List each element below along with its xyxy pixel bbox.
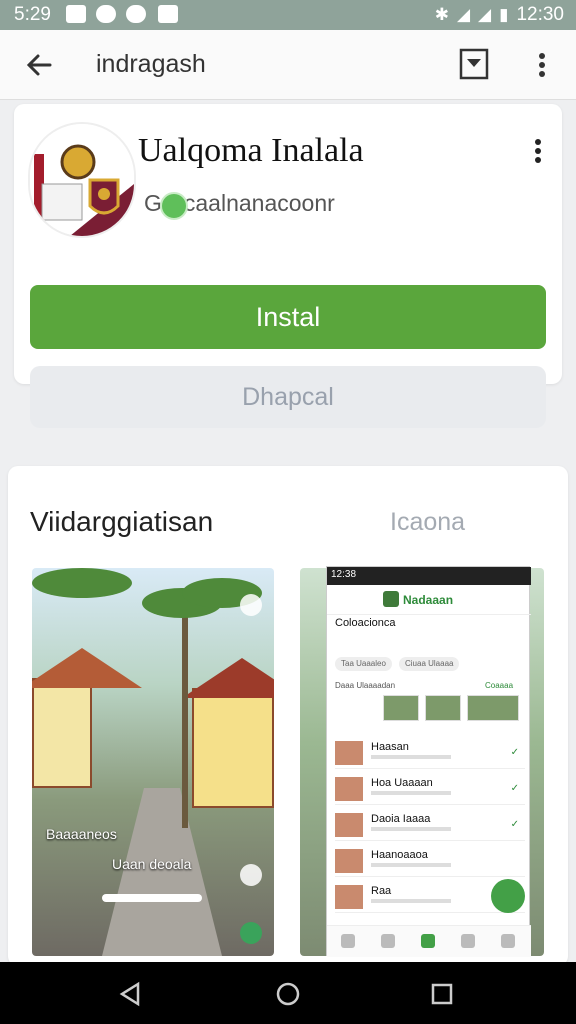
phone-list-row: Daoia Iaaaa ✓ (335, 809, 525, 841)
gallery-icon (66, 5, 86, 23)
status-time-left: 5:29 (14, 4, 51, 25)
roof-right (182, 658, 274, 698)
row-name: Haanoaaoa (371, 849, 428, 861)
phone-mockup: 12:38 Nadaaan Coloacionca Taa Uaaaleo Ci… (326, 566, 531, 957)
arrow-left-icon[interactable] (22, 48, 58, 82)
phone-header: Nadaaan (327, 585, 531, 615)
bookmark-icon[interactable] (458, 47, 490, 81)
status-right: ✱ ◢ ◢ ▮ 12:30 (435, 4, 564, 26)
row-sub (371, 827, 451, 831)
face-icon (96, 5, 116, 23)
developer-text: caalnanacoonr (183, 190, 335, 216)
row-sub (371, 863, 451, 867)
row-name: Haasan (371, 741, 409, 753)
row-name: Hoa Uaaaan (371, 777, 433, 789)
status-bar: 5:29 ✱ ◢ ◢ ▮ 12:30 (0, 0, 576, 30)
avatar (335, 741, 363, 765)
row-name: Raa (371, 885, 392, 897)
secondary-button[interactable]: Dhapcal (30, 366, 546, 428)
house-left (32, 678, 92, 788)
avatar (335, 777, 363, 801)
road (102, 788, 222, 956)
phone-list-row: Hoa Uaaaan ✓ (335, 773, 525, 805)
nav-explore-icon (381, 934, 395, 948)
phone-section-link: Coaaaa (485, 681, 514, 690)
check-icon: ✓ (510, 783, 519, 794)
phone-app-name: Coloacionca (335, 617, 396, 629)
nav-home-icon (341, 934, 355, 948)
app-icon[interactable] (30, 124, 134, 236)
more-vert-icon[interactable] (530, 48, 554, 82)
battery-icon: ▮ (499, 5, 509, 24)
row-sub (371, 755, 451, 759)
whatsapp-icon[interactable] (240, 922, 262, 944)
roof-left (32, 648, 142, 688)
house-right (192, 688, 274, 808)
back-triangle-icon[interactable] (116, 980, 144, 1008)
phone-list-row: Haasan ✓ (335, 737, 525, 769)
shot1-progress (102, 894, 202, 902)
check-icon: ✓ (510, 747, 519, 758)
palm-leaf (32, 568, 132, 598)
share-icon[interactable] (240, 594, 262, 616)
record-icon (126, 5, 146, 23)
shot1-caption-mid: Uaan deoala (112, 856, 192, 872)
row-sub (371, 899, 451, 903)
home-circle-icon[interactable] (274, 980, 302, 1008)
palm-trunk (182, 598, 188, 828)
nav-share-icon (461, 934, 475, 948)
phone-status-time: 12:38 (331, 569, 357, 580)
phone-thumb (383, 695, 419, 721)
system-nav-bar (0, 962, 576, 1024)
avatar (335, 849, 363, 873)
bluetooth-icon: ✱ (434, 5, 449, 24)
phone-chip: Ciuaa Ulaaaa (399, 657, 460, 671)
play-fab-icon (491, 879, 525, 913)
like-icon[interactable] (240, 864, 262, 886)
install-button[interactable]: Instal (30, 285, 546, 349)
phone-nav (327, 925, 531, 957)
avatar (335, 813, 363, 837)
phone-app-icon (383, 591, 399, 607)
phone-chip: Taa Uaaaleo (335, 657, 392, 671)
row-name: Daoia Iaaaa (371, 813, 431, 825)
signal-icon: ◢ (456, 5, 471, 24)
check-icon: ✓ (510, 819, 519, 830)
phone-thumb (467, 695, 519, 721)
screenshot-1[interactable]: Baaaaneos Uaan deoala (32, 568, 274, 956)
message-icon (158, 5, 178, 23)
app-name: Ualqoma Inalala (138, 132, 364, 169)
developer-badge-icon (160, 192, 188, 220)
app-bar-title: indragash (96, 50, 206, 78)
phone-status-bar: 12:38 (327, 567, 531, 585)
row-sub (371, 791, 451, 795)
phone-thumb (425, 695, 461, 721)
recents-square-icon[interactable] (428, 980, 456, 1008)
status-time-right: 12:30 (516, 4, 564, 25)
app-emblem-icon (30, 124, 134, 236)
nav-profile-icon (501, 934, 515, 948)
wifi-icon: ◢ (478, 5, 492, 24)
screenshots-tab[interactable]: Icaona (390, 508, 465, 537)
app-bar: indragash (0, 30, 576, 100)
screenshots-title: Viidarggiatisan (30, 506, 214, 537)
app-more-vert-icon[interactable] (528, 136, 548, 166)
phone-list-row: Haanoaaoa (335, 845, 525, 877)
phone-section-label: Daaa Ulaaaadan (335, 681, 396, 690)
shot1-caption-top: Baaaaneos (46, 826, 117, 842)
phone-header-title: Nadaaan (403, 593, 454, 607)
nav-active-icon (421, 934, 435, 948)
avatar (335, 885, 363, 909)
